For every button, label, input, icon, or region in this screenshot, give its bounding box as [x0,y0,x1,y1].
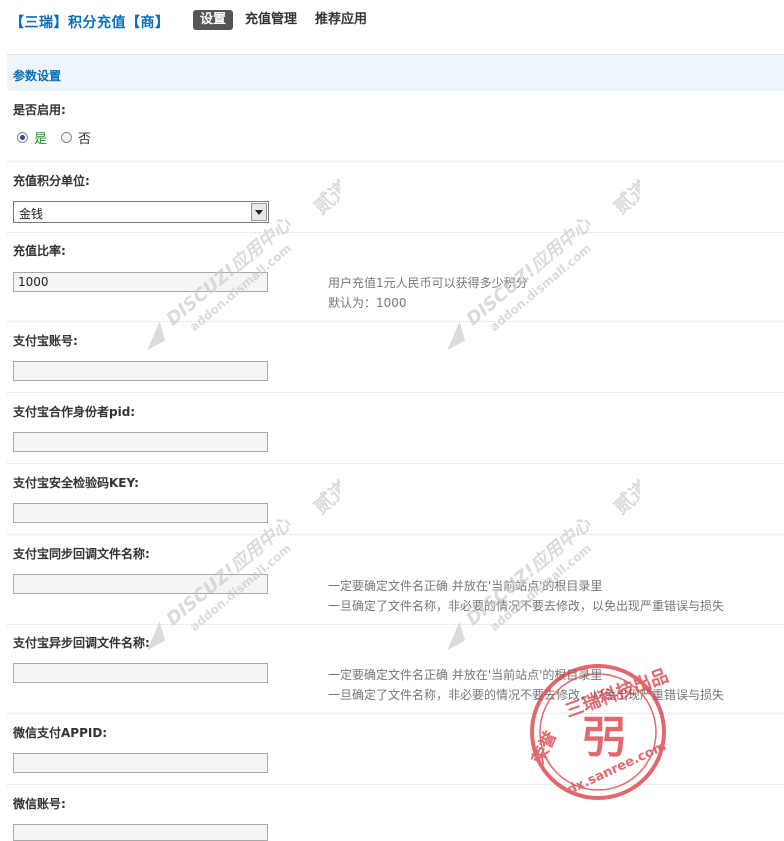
top-bar: 【三瑞】积分充值【商】 设置 充值管理 推荐应用 [0,0,784,42]
setting-alipay-account: 支付宝账号: [7,322,784,393]
alipay-key-label: 支付宝安全检验码KEY: [13,476,139,490]
tab-settings[interactable]: 设置 [193,10,234,30]
unit-select[interactable]: 金钱 [13,201,269,223]
section-header: 参数设置 [7,54,784,91]
setting-alipay-pid: 支付宝合作身份者pid: [7,393,784,464]
wechat-account-input[interactable] [13,824,268,841]
sync-callback-hint: 一定要确定文件名正确 并放在'当前站点'的根目录里 一旦确定了文件名称，非必要的… [328,576,724,616]
enable-radio-group: 是 否 [17,128,105,147]
setting-wechat-appid: 微信支付APPID: [7,714,784,785]
setting-async-callback: 支付宝异步回调文件名称: 一定要确定文件名正确 并放在'当前站点'的根目录里 一… [7,625,784,714]
sync-callback-hint-line-1: 一定要确定文件名正确 并放在'当前站点'的根目录里 [328,579,603,593]
sync-callback-hint-line-2: 一旦确定了文件名称，非必要的情况不要去修改，以免出现严重错误与损失 [328,599,725,613]
unit-label: 充值积分单位: [13,174,90,188]
setting-alipay-key: 支付宝安全检验码KEY: [7,464,784,535]
radio-no-label[interactable]: 否 [78,128,91,147]
radio-no[interactable] [61,132,73,143]
setting-sync-callback: 支付宝同步回调文件名称: 一定要确定文件名正确 并放在'当前站点'的根目录里 一… [7,535,784,625]
tab-recharge-management[interactable]: 充值管理 [239,10,303,30]
ratio-hint-line-2: 默认为：1000 [328,296,407,310]
alipay-key-input[interactable] [13,503,268,523]
ratio-label: 充值比率: [13,244,66,258]
async-callback-hint-line-1: 一定要确定文件名正确 并放在'当前站点'的根目录里 [328,668,603,682]
enable-label: 是否启用: [13,103,66,117]
ratio-hint: 用户充值1元人民币可以获得多少积分 默认为：1000 [328,273,528,313]
alipay-pid-input[interactable] [13,432,268,452]
async-callback-hint-line-2: 一旦确定了文件名称，非必要的情况不要去修改，以免出现严重错误与损失 [328,688,725,702]
alipay-pid-label: 支付宝合作身份者pid: [13,405,136,419]
radio-yes-label[interactable]: 是 [34,128,47,147]
wechat-appid-input[interactable] [13,753,268,773]
radio-yes[interactable] [17,132,28,143]
setting-wechat-account: 微信账号: [7,785,784,841]
wechat-account-label: 微信账号: [13,797,66,811]
unit-select-value: 金钱 [19,207,44,221]
sync-callback-label: 支付宝同步回调文件名称: [13,547,150,561]
ratio-hint-line-1: 用户充值1元人民币可以获得多少积分 [328,276,528,290]
setting-enable: 是否启用: 是 否 [7,92,784,162]
async-callback-hint: 一定要确定文件名正确 并放在'当前站点'的根目录里 一旦确定了文件名称，非必要的… [328,665,724,705]
section-title: 参数设置 [13,69,62,83]
chevron-down-icon[interactable] [251,203,267,221]
alipay-account-input[interactable] [13,361,268,381]
async-callback-label: 支付宝异步回调文件名称: [13,636,150,650]
setting-unit: 充值积分单位: 金钱 [7,162,784,233]
tab-recommended-apps[interactable]: 推荐应用 [309,10,373,30]
sync-callback-input[interactable] [13,574,268,594]
alipay-account-label: 支付宝账号: [13,334,78,348]
app-title: 【三瑞】积分充值【商】 [10,15,170,31]
ratio-input[interactable] [13,272,268,292]
setting-ratio: 充值比率: 用户充值1元人民币可以获得多少积分 默认为：1000 [7,233,784,322]
wechat-appid-label: 微信支付APPID: [13,726,108,740]
tab-bar: 设置 充值管理 推荐应用 [193,10,379,30]
async-callback-input[interactable] [13,663,268,683]
